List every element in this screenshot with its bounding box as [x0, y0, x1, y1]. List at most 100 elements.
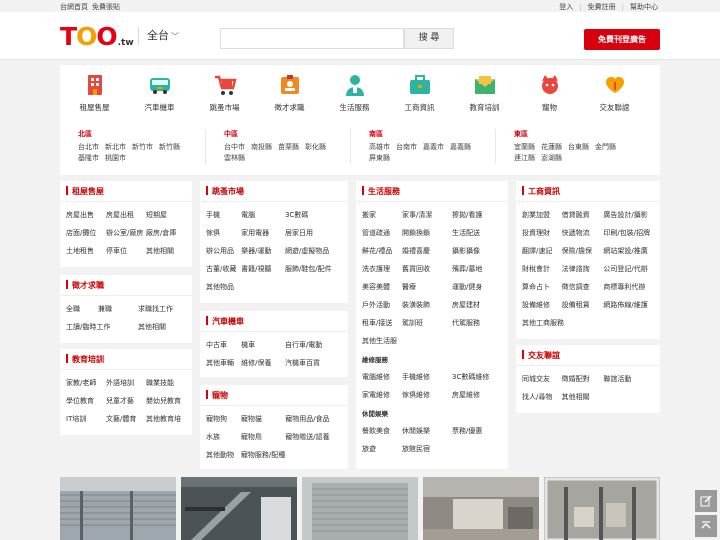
panel-link[interactable]: 開鎖換鎖 — [402, 224, 452, 242]
panel-link[interactable]: 生活配送 — [452, 224, 502, 242]
panel-link[interactable]: 翻譯/速記 — [522, 242, 562, 260]
panel-link[interactable]: 短期屋 — [146, 206, 186, 224]
panel-link[interactable]: 設備維修 — [522, 296, 562, 314]
listing-photo[interactable] — [423, 477, 539, 540]
panel-link[interactable]: 外語培訓 — [106, 374, 146, 392]
panel-link[interactable]: 店面/攤位 — [66, 224, 106, 242]
home-link[interactable]: 台網首頁 — [60, 3, 88, 11]
panel-link[interactable]: 設備租賃 — [562, 296, 604, 314]
panel-link[interactable]: 寵物狗 — [206, 410, 241, 428]
panel-link[interactable]: 傢俱 — [206, 224, 241, 242]
panel-link[interactable]: 房屋出售 — [66, 206, 106, 224]
region-selector[interactable]: 全台 ﹀ — [138, 26, 179, 46]
panel-link[interactable]: 3C數碼維修 — [452, 368, 502, 386]
panel-link[interactable]: 家電維修 — [362, 386, 402, 404]
panel-link[interactable]: 保險/擔保 — [562, 242, 604, 260]
panel-link[interactable]: 舊貨回收 — [402, 260, 452, 278]
panel-link[interactable]: 服飾/鞋包/配件 — [285, 260, 342, 278]
panel-link[interactable]: 全職 — [66, 300, 98, 318]
panel-link[interactable]: 其他教育培 — [146, 410, 186, 428]
panel-link[interactable]: 家教/老師 — [66, 374, 106, 392]
panel-link[interactable]: 其他生活服 — [362, 332, 402, 350]
panel-link[interactable]: 找人/尋物 — [522, 388, 562, 406]
panel-link[interactable]: 居家日用 — [285, 224, 342, 242]
category-rent[interactable]: 租屋售屋 — [62, 73, 127, 113]
panel-link[interactable]: 兒童才藝 — [106, 392, 146, 410]
panel-link[interactable]: 寵物貓 — [241, 410, 285, 428]
panel-link[interactable]: 網遊/虛擬物品 — [285, 242, 342, 260]
help-link[interactable]: 幫助中心 — [630, 3, 658, 11]
city-link[interactable]: 高雄市 — [369, 142, 390, 153]
panel-title[interactable]: 寵物 — [200, 385, 348, 406]
panel-link[interactable]: 手機 — [206, 206, 241, 224]
panel-link[interactable]: 寵物服務/配種 — [241, 446, 285, 464]
panel-link[interactable]: 機車 — [241, 336, 285, 354]
city-link[interactable]: 台北市 — [78, 142, 99, 153]
panel-link[interactable]: 學位教育 — [66, 392, 106, 410]
listing-photo[interactable] — [60, 477, 176, 540]
panel-link[interactable]: 其他物品 — [206, 278, 241, 296]
login-link[interactable]: 登入 — [559, 3, 573, 11]
panel-link[interactable]: 房屋出租 — [106, 206, 146, 224]
city-link[interactable]: 花蓮縣 — [541, 142, 562, 153]
city-link[interactable]: 新竹市 — [132, 142, 153, 153]
panel-link[interactable]: 求職找工作 — [138, 300, 186, 318]
panel-link[interactable]: 其他相關 — [138, 318, 186, 336]
site-logo[interactable]: TOO .tw — [60, 24, 134, 49]
city-link[interactable]: 屏東縣 — [369, 153, 390, 164]
panel-title[interactable]: 跳蚤市場 — [200, 181, 348, 202]
panel-link[interactable]: 樂器/運動 — [241, 242, 285, 260]
panel-link[interactable]: 旅館民宿 — [402, 440, 452, 458]
panel-link[interactable]: 廠房/倉庫 — [146, 224, 186, 242]
city-link[interactable]: 嘉義縣 — [450, 142, 471, 153]
panel-link[interactable]: 法律諮詢 — [562, 260, 604, 278]
panel-link[interactable]: 印刷/包裝/招牌 — [603, 224, 654, 242]
panel-link[interactable]: 土地租售 — [66, 242, 106, 260]
free-post-link[interactable]: 免費張貼 — [92, 3, 120, 11]
panel-link[interactable]: IT培訓 — [66, 410, 106, 428]
panel-link[interactable]: 維修/保養 — [241, 354, 285, 372]
category-dating[interactable]: 交友聯誼 — [582, 73, 647, 113]
panel-link[interactable]: 其他動物 — [206, 446, 241, 464]
panel-link[interactable]: 家用電器 — [241, 224, 285, 242]
panel-link[interactable]: 鮮花/禮品 — [362, 242, 402, 260]
panel-link[interactable]: 兼職 — [98, 300, 138, 318]
panel-link[interactable]: 工讀/臨時工作 — [66, 318, 138, 336]
search-button[interactable]: 搜 尋 — [404, 28, 454, 49]
panel-title[interactable]: 交友聯誼 — [516, 345, 660, 366]
panel-link[interactable]: 同城交友 — [522, 370, 562, 388]
category-car[interactable]: 汽車機車 — [127, 73, 192, 113]
panel-link[interactable]: 電腦 — [241, 206, 285, 224]
feedback-button[interactable] — [695, 490, 717, 512]
panel-link[interactable]: 辦公室/廠房 — [106, 224, 146, 242]
panel-link[interactable]: 投資理財 — [522, 224, 562, 242]
panel-title[interactable]: 工商資訊 — [516, 181, 660, 202]
back-to-top-button[interactable] — [695, 515, 717, 537]
category-edu[interactable]: 教育培訓 — [452, 73, 517, 113]
panel-link[interactable]: 餐飲美食 — [362, 422, 402, 440]
panel-link[interactable]: 網路佈線/維護 — [603, 296, 654, 314]
post-ad-button[interactable]: 免費刊登廣告 — [584, 29, 660, 50]
city-link[interactable]: 雲林縣 — [224, 153, 245, 164]
listing-photo[interactable] — [544, 477, 660, 540]
panel-title[interactable]: 教育培訓 — [60, 349, 192, 370]
panel-link[interactable]: 汽機車百貨 — [285, 354, 342, 372]
panel-link[interactable]: 電腦維修 — [362, 368, 402, 386]
panel-link[interactable]: 管道疏通 — [362, 224, 402, 242]
panel-link[interactable]: 運動/健身 — [452, 278, 502, 296]
panel-link[interactable]: 家事/清潔 — [402, 206, 452, 224]
panel-link[interactable]: 婚禮喜慶 — [402, 242, 452, 260]
city-link[interactable]: 桃園市 — [105, 153, 126, 164]
panel-link[interactable]: 3C數碼 — [285, 206, 342, 224]
city-link[interactable]: 新竹縣 — [159, 142, 180, 153]
panel-link[interactable]: 洗衣護理 — [362, 260, 402, 278]
city-link[interactable]: 嘉義市 — [423, 142, 444, 153]
panel-link[interactable]: 停車位 — [106, 242, 146, 260]
panel-link[interactable]: 駕訓班 — [402, 314, 452, 332]
panel-link[interactable]: 商標專利代辦 — [603, 278, 654, 296]
panel-link[interactable]: 廣告設計/攝影 — [603, 206, 654, 224]
city-link[interactable]: 金門縣 — [595, 142, 616, 153]
register-link[interactable]: 免費註冊 — [588, 3, 616, 11]
panel-title[interactable]: 汽車機車 — [200, 311, 348, 332]
panel-link[interactable]: 徵信調查 — [562, 278, 604, 296]
